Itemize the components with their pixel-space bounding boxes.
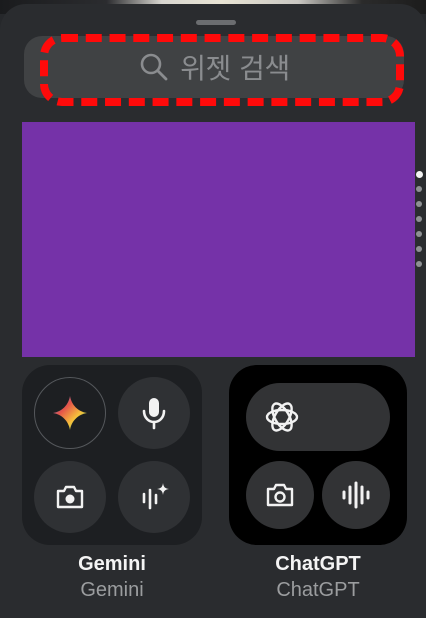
gemini-widget-title: Gemini bbox=[78, 553, 146, 575]
gemini-live-button[interactable] bbox=[118, 461, 190, 533]
page-dot[interactable] bbox=[416, 231, 422, 237]
search-icon bbox=[140, 53, 168, 81]
page-dot-active[interactable] bbox=[416, 171, 423, 178]
chatgpt-voice-button[interactable] bbox=[322, 461, 390, 529]
openai-logo-icon bbox=[265, 402, 299, 432]
page-indicator[interactable] bbox=[416, 171, 426, 271]
microphone-icon bbox=[142, 398, 166, 430]
page-dot[interactable] bbox=[416, 186, 422, 192]
camera-icon bbox=[266, 483, 294, 507]
gemini-widget-subtitle: Gemini bbox=[80, 579, 144, 601]
featured-widget-preview[interactable] bbox=[22, 122, 415, 357]
page-dot[interactable] bbox=[416, 246, 422, 252]
gemini-spark-icon bbox=[53, 396, 87, 430]
page-dot[interactable] bbox=[416, 261, 422, 267]
chatgpt-widget-title: ChatGPT bbox=[275, 553, 361, 575]
chatgpt-widget[interactable] bbox=[229, 365, 407, 545]
chatgpt-camera-button[interactable] bbox=[246, 461, 314, 529]
gemini-prompt-button[interactable] bbox=[34, 377, 106, 449]
chatgpt-chat-button[interactable] bbox=[246, 383, 390, 451]
page-dot[interactable] bbox=[416, 216, 422, 222]
search-placeholder: 위젯 검색 bbox=[180, 52, 290, 85]
widget-search-field[interactable]: 위젯 검색 bbox=[24, 36, 404, 98]
voice-waveform-icon bbox=[342, 481, 370, 509]
gemini-voice-button[interactable] bbox=[118, 377, 190, 449]
sheet-grabber[interactable] bbox=[196, 20, 236, 25]
page-dot[interactable] bbox=[416, 201, 422, 207]
gemini-widget[interactable] bbox=[22, 365, 202, 545]
camera-icon bbox=[56, 485, 84, 509]
live-waveform-icon bbox=[142, 483, 169, 510]
gemini-camera-button[interactable] bbox=[34, 461, 106, 533]
chatgpt-widget-subtitle: ChatGPT bbox=[276, 579, 360, 601]
